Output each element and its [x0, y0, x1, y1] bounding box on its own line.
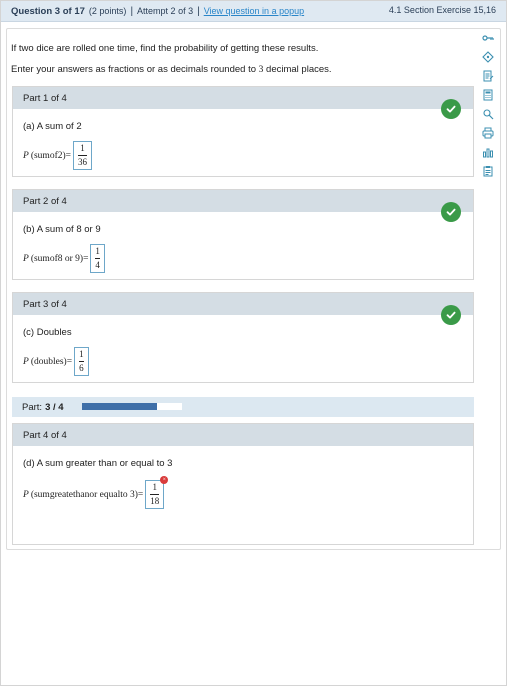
tool-sidebar: [478, 30, 498, 182]
part-1-answer-fraction[interactable]: 1 36: [73, 141, 92, 170]
part-4-card: Part 4 of 4 (d) A sum greater than or eq…: [12, 423, 474, 545]
calculator-icon[interactable]: [480, 87, 496, 103]
part-1-header: Part 1 of 4: [13, 87, 473, 109]
notes-icon[interactable]: [480, 68, 496, 84]
intro-text: If two dice are rolled one time, find th…: [11, 43, 319, 54]
part-3-question: (c) Doubles: [23, 327, 72, 338]
key-icon[interactable]: [480, 30, 496, 46]
part-1-prob-label: (sumof2): [30, 150, 66, 161]
question-header: Question 3 of 17 (2 points) | Attempt 2 …: [1, 1, 506, 22]
part-2-card: Part 2 of 4 (b) A sum of 8 or 9 P (sumof…: [12, 189, 474, 280]
part-3-header: Part 3 of 4: [13, 293, 473, 315]
part-2-prob-label: (sumof8 or 9): [30, 253, 84, 264]
part-1-question: (a) A sum of 2: [23, 121, 82, 132]
clipboard-icon[interactable]: [480, 163, 496, 179]
part-2-correct-check-icon: [441, 202, 461, 222]
part-1-card: Part 1 of 4 (a) A sum of 2 P (sumof2) = …: [12, 86, 474, 177]
header-separator: |: [197, 5, 200, 17]
part-4-header: Part 4 of 4: [13, 424, 473, 446]
part-4-answer-fraction[interactable]: 1 18 ×: [145, 476, 169, 509]
print-icon[interactable]: [480, 125, 496, 141]
part-3-prob-label: (doubles): [30, 356, 67, 367]
hint-icon[interactable]: [480, 49, 496, 65]
part-2-question: (b) A sum of 8 or 9: [23, 224, 101, 235]
question-points: (2 points): [88, 6, 127, 16]
part-3-card: Part 3 of 4 (c) Doubles P (doubles) = 1 …: [12, 292, 474, 383]
progress-bar: [82, 403, 182, 410]
progress-value: 3 / 4: [45, 401, 64, 413]
part-4-prob-label: (sumgreatethanor equalto 3): [30, 489, 138, 500]
attempt-counter: Attempt 2 of 3: [137, 6, 194, 16]
part-2-answer-row: P (sumof8 or 9) = 1 4: [23, 244, 105, 273]
view-in-popup-link[interactable]: View question in a popup: [204, 6, 304, 16]
part-progress: Part: 3 / 4: [12, 397, 474, 417]
clear-answer-icon[interactable]: ×: [160, 476, 169, 484]
progress-label: Part:: [22, 401, 43, 413]
instructions-text: Enter your answers as fractions or as de…: [11, 64, 332, 75]
progress-bar-fill: [82, 403, 157, 410]
part-3-answer-row: P (doubles) = 1 6: [23, 347, 89, 376]
header-separator: |: [130, 5, 134, 17]
part-3-correct-check-icon: [441, 305, 461, 325]
part-4-question: (d) A sum greater than or equal to 3: [23, 458, 173, 469]
section-label: 4.1 Section Exercise 15,16: [388, 5, 496, 15]
search-icon[interactable]: [480, 106, 496, 122]
part-2-answer-fraction[interactable]: 1 4: [90, 244, 105, 273]
question-number: Question 3 of 17: [11, 5, 85, 17]
part-3-answer-fraction[interactable]: 1 6: [74, 347, 89, 376]
chart-icon[interactable]: [480, 144, 496, 160]
part-1-correct-check-icon: [441, 99, 461, 119]
part-4-answer-row: P (sumgreatethanor equalto 3) = 1 18 ×: [23, 476, 169, 509]
part-1-answer-row: P (sumof2) = 1 36: [23, 141, 92, 170]
part-2-header: Part 2 of 4: [13, 190, 473, 212]
